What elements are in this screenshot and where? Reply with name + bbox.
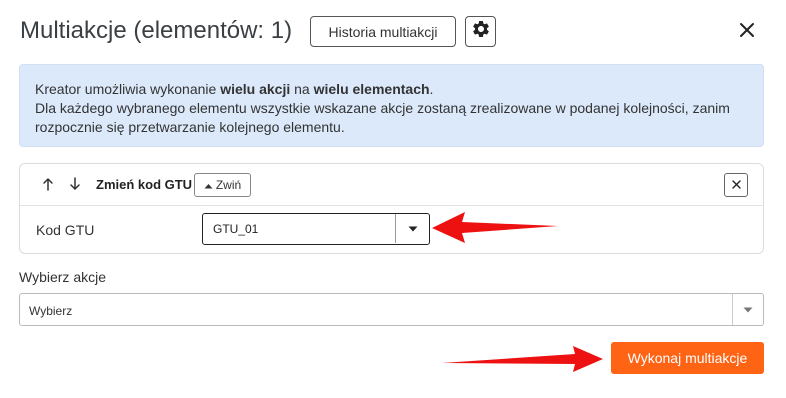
info-text: na bbox=[290, 81, 314, 97]
gtu-field-label: Kod GTU bbox=[36, 222, 95, 238]
action-title: Zmień kod GTU bbox=[96, 177, 193, 192]
gtu-selected-value: GTU_01 bbox=[213, 222, 259, 236]
info-line-2: Dla każdego wybranego elementu wszystkie… bbox=[35, 100, 730, 135]
choose-action-label: Wybierz akcje bbox=[19, 269, 107, 285]
gear-icon bbox=[471, 19, 491, 44]
gtu-select[interactable]: GTU_01 bbox=[202, 213, 430, 245]
info-bold-text: wielu akcji bbox=[220, 81, 291, 97]
info-text: . bbox=[429, 81, 434, 97]
close-icon bbox=[731, 176, 741, 194]
info-box: Kreator umożliwia wykonanie wielu akcji … bbox=[19, 64, 764, 147]
info-bold-text: wielu elementach bbox=[313, 81, 430, 97]
choose-action-select[interactable]: Wybierz bbox=[19, 293, 764, 326]
modal-header: Multiakcje (elementów: 1) Historia multi… bbox=[0, 0, 786, 64]
remove-action-button[interactable] bbox=[724, 173, 748, 197]
info-line-1: Kreator umożliwia wykonanie wielu akcji … bbox=[35, 80, 749, 99]
annotation-arrow bbox=[442, 346, 603, 372]
action-card: Zmień kod GTU Zwiń Kod GTU GTU_01 bbox=[19, 163, 764, 254]
history-button[interactable]: Historia multiakcji bbox=[310, 16, 456, 47]
arrow-down-icon[interactable] bbox=[68, 176, 82, 192]
collapse-label: Zwiń bbox=[215, 178, 242, 192]
close-button[interactable] bbox=[734, 18, 760, 46]
info-text: Kreator umożliwia wykonanie bbox=[35, 81, 221, 97]
choose-action-placeholder: Wybierz bbox=[29, 304, 73, 318]
chevron-down-icon[interactable] bbox=[395, 214, 429, 243]
caret-up-icon bbox=[204, 178, 213, 192]
settings-button[interactable] bbox=[465, 16, 496, 47]
chevron-down-icon[interactable] bbox=[732, 294, 763, 325]
close-icon bbox=[739, 22, 755, 43]
modal-title: Multiakcje (elementów: 1) bbox=[20, 17, 293, 44]
run-multiaction-button[interactable]: Wykonaj multiakcje bbox=[611, 342, 764, 374]
collapse-button[interactable]: Zwiń bbox=[194, 173, 251, 197]
arrow-up-icon[interactable] bbox=[41, 176, 55, 192]
action-card-header: Zmień kod GTU Zwiń bbox=[20, 164, 763, 206]
